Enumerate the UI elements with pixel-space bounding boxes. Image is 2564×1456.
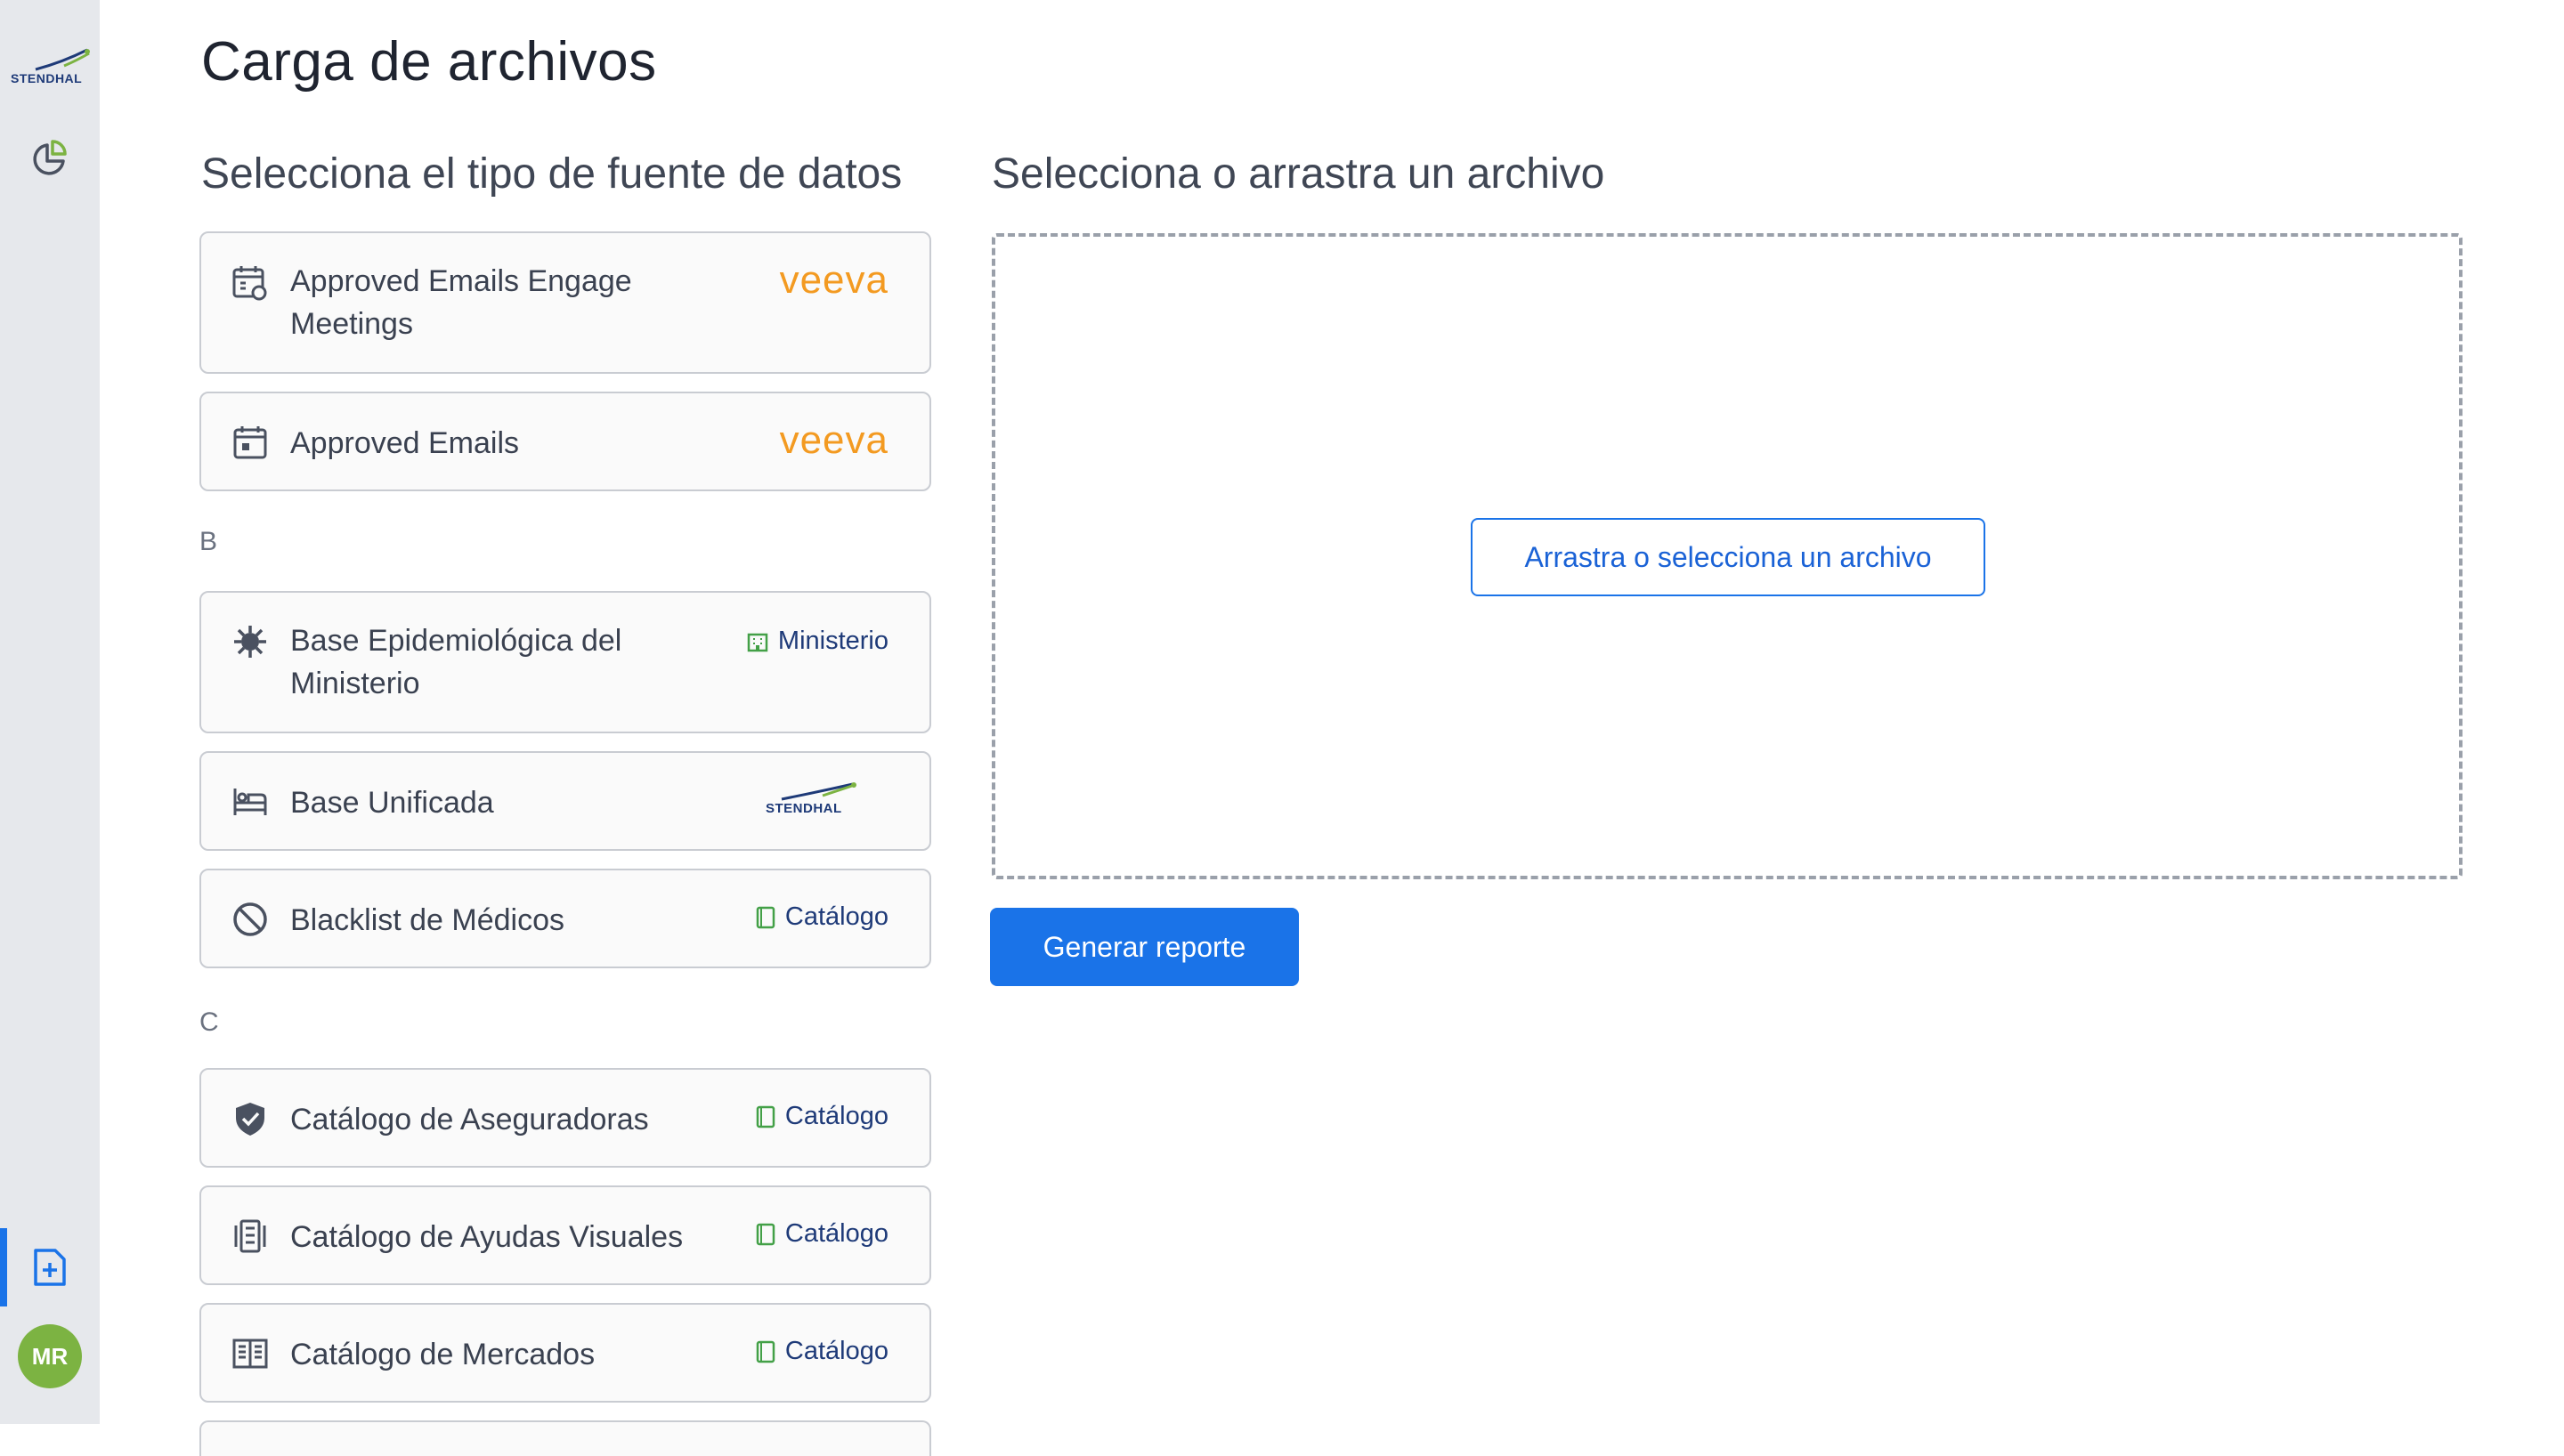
source-label: Blacklist de Médicos [290,903,565,937]
stendhal-logo[interactable]: STENDHAL [9,46,93,89]
page-title: Carga de archivos [201,31,657,93]
catalogo-tag: Catálogo [755,1337,888,1366]
catalog-icon [756,1223,775,1245]
stendhal-source-logo: STENDHAL [764,781,862,816]
source-card-blacklist-medicos[interactable]: Blacklist de Médicos Catálogo [199,869,931,968]
source-card-base-unificada[interactable]: Base Unificada STENDHAL [199,751,931,851]
source-card-catalogo-ayudas-visuales[interactable]: Catálogo de Ayudas Visuales Catálogo [199,1185,931,1285]
catalogo-tag: Catálogo [755,1219,888,1249]
source-type-heading: Selecciona el tipo de fuente de datos [201,150,903,198]
generate-report-button[interactable]: Generar reporte [990,908,1299,986]
shield-check-icon [231,1100,269,1137]
source-card-base-epidemiologica[interactable]: Base Epidemiológica del Ministerio Minis… [199,591,931,733]
group-letter-c: C [199,1007,219,1037]
source-label: Base Unificada [290,786,494,820]
ministerio-tag: Ministerio [746,627,888,656]
source-card-partial[interactable] [199,1420,931,1456]
catalog-icon [756,1340,775,1363]
source-card-approved-emails-engage-meetings[interactable]: Approved Emails Engage Meetings veeva [199,231,931,374]
analytics-icon[interactable] [25,133,75,183]
veeva-logo: veeva [779,418,888,462]
file-upload-icon[interactable] [25,1242,75,1292]
select-file-button[interactable]: Arrastra o selecciona un archivo [1471,518,1985,596]
catalog-icon [756,906,775,928]
source-label: Approved Emails [290,426,520,460]
active-nav-indicator [0,1228,7,1306]
source-label: Catálogo de Ayudas Visuales [290,1220,684,1254]
gallery-icon [231,1217,269,1255]
catalogo-tag: Catálogo [755,902,888,932]
source-card-approved-emails[interactable]: Approved Emails veeva [199,392,931,491]
calendar-icon [231,424,269,461]
source-label: Approved Emails Engage Meetings [290,264,632,341]
avatar[interactable]: MR [18,1324,82,1388]
sidebar: STENDHAL MR [0,0,100,1424]
calendar-meeting-icon [231,263,269,301]
bed-icon [231,783,269,821]
book-icon [231,1335,269,1372]
source-label: Catálogo de Mercados [290,1338,596,1371]
catalog-icon [756,1105,775,1128]
virus-icon [231,623,269,660]
source-label: Base Epidemiológica del Ministerio [290,624,622,700]
source-card-catalogo-mercados[interactable]: Catálogo de Mercados Catálogo [199,1303,931,1403]
block-icon [231,901,269,938]
building-icon [747,633,768,651]
logo-text: STENDHAL [11,71,83,85]
group-letter-b: B [199,527,218,556]
source-card-catalogo-aseguradoras[interactable]: Catálogo de Aseguradoras Catálogo [199,1068,931,1168]
veeva-logo: veeva [779,258,888,302]
catalogo-tag: Catálogo [755,1102,888,1131]
file-select-heading: Selecciona o arrastra un archivo [992,150,1605,198]
source-label: Catálogo de Aseguradoras [290,1103,649,1136]
